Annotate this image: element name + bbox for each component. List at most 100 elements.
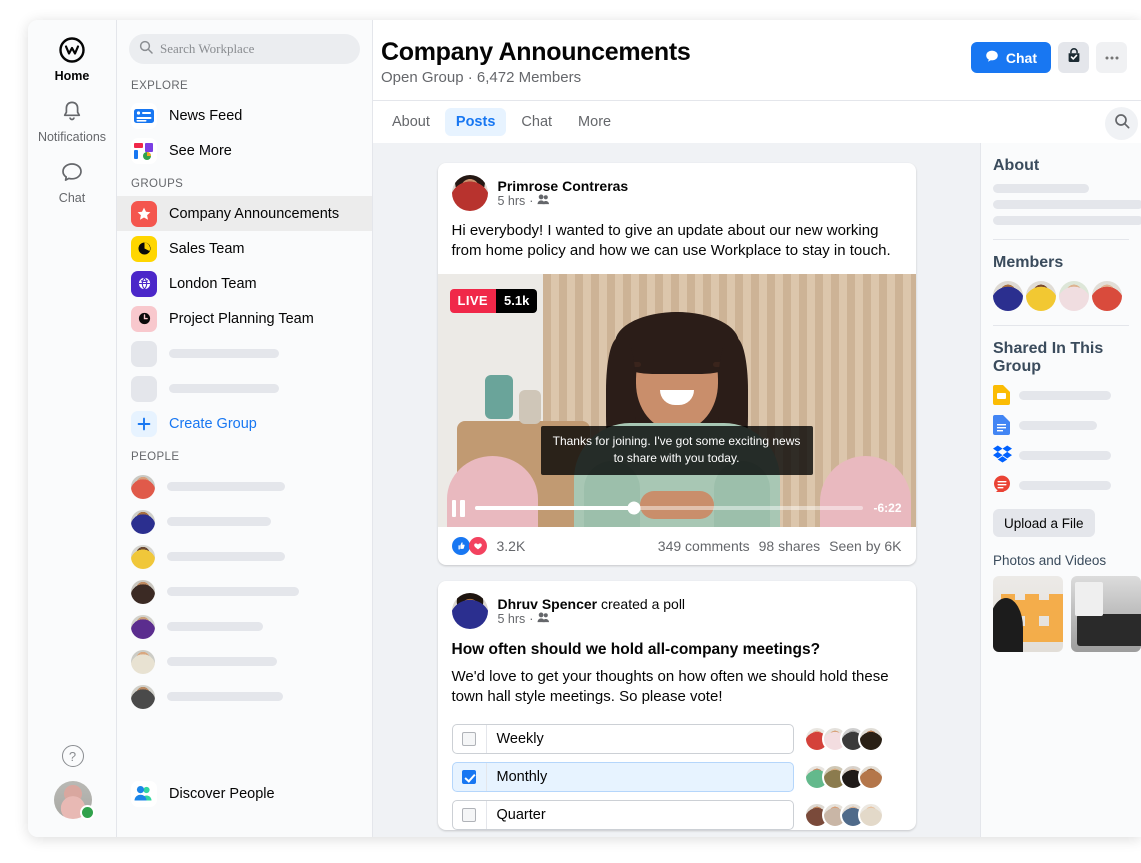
sidebar-item-see-more[interactable]: See More	[117, 133, 372, 168]
sidebar-item-company-announcements[interactable]: Company Announcements	[117, 196, 372, 231]
poll-voter-avatars[interactable]	[803, 801, 902, 828]
about-text-placeholder	[993, 200, 1141, 209]
live-video-player[interactable]: LIVE 5.1k Thanks for joining. I've got s…	[437, 273, 916, 527]
poll-option-monthly[interactable]: Monthly	[451, 761, 794, 792]
post-author-action: created a poll	[597, 595, 686, 612]
user-avatar[interactable]	[53, 781, 95, 820]
post-author[interactable]: Primrose Contreras	[498, 178, 629, 194]
main-content: Company Announcements Open Group · 6,472…	[373, 20, 1141, 837]
shared-file-row[interactable]	[993, 415, 1141, 435]
avatar	[131, 684, 155, 709]
avatar	[1026, 281, 1056, 311]
avatar	[1092, 281, 1122, 311]
rail-item-home[interactable]: Home	[36, 34, 108, 83]
people-name-placeholder	[167, 622, 263, 631]
reaction-summary[interactable]: 3.2K	[451, 536, 526, 555]
sidebar-item-london-team[interactable]: London Team	[117, 266, 372, 301]
avatar[interactable]	[451, 175, 488, 211]
rail-item-notifications[interactable]: Notifications	[36, 95, 108, 144]
sidebar-group-label: London Team	[169, 275, 257, 292]
share-count[interactable]: 98 shares	[759, 538, 820, 554]
rail-bottom-group: ?	[28, 745, 117, 820]
people-name-placeholder	[167, 657, 277, 666]
group-subtitle: Open Group · 6,472 Members	[381, 69, 582, 86]
right-sidebar: About Members Shared In This Group Uploa…	[980, 143, 1141, 837]
people-list-item[interactable]	[117, 539, 372, 574]
joined-button[interactable]	[1058, 42, 1089, 73]
sidebar-item-project-planning-team[interactable]: Project Planning Team	[117, 301, 372, 336]
tab-more[interactable]: More	[567, 108, 622, 136]
poll-option-weekly[interactable]: Weekly	[451, 723, 794, 754]
avatar	[131, 649, 155, 674]
more-options-button[interactable]	[1096, 42, 1127, 73]
header-actions: Chat	[970, 38, 1127, 73]
video-progress-slider[interactable]	[474, 501, 864, 515]
group-tabs: About Posts Chat More	[373, 100, 1141, 143]
discover-people-button[interactable]: Discover People	[117, 776, 373, 811]
search-input[interactable]: Search Workplace	[129, 34, 360, 64]
group-placeholder-icon	[131, 340, 157, 367]
tab-chat[interactable]: Chat	[510, 108, 563, 136]
love-icon	[468, 536, 487, 555]
avatar[interactable]	[451, 592, 488, 629]
poll-question: How often should we hold all-company mee…	[451, 640, 821, 658]
shared-file-row[interactable]	[993, 475, 1141, 495]
reaction-count: 3.2K	[496, 537, 526, 554]
sidebar-item-see-more-label: See More	[169, 142, 232, 159]
pause-icon[interactable]	[451, 499, 465, 517]
avatar	[131, 544, 155, 569]
tab-about[interactable]: About	[381, 108, 441, 136]
photo-thumbnail[interactable]	[993, 576, 1063, 652]
joined-check-icon	[1065, 47, 1083, 68]
post-card-video: Primrose Contreras 5 hrs · Hi everybody!…	[437, 163, 916, 565]
upload-file-button[interactable]: Upload a File	[993, 509, 1095, 537]
people-list-item[interactable]	[117, 504, 372, 539]
checkbox-icon[interactable]	[462, 731, 476, 746]
people-icon	[131, 780, 157, 807]
chat-bubble-icon	[59, 156, 85, 188]
sidebar-group-placeholder[interactable]	[117, 336, 372, 371]
rail-item-home-label: Home	[54, 69, 90, 83]
people-name-placeholder	[167, 517, 271, 526]
sidebar-group-placeholder[interactable]	[117, 371, 372, 406]
people-list-item[interactable]	[117, 609, 372, 644]
people-list-item[interactable]	[117, 469, 372, 504]
people-list-item[interactable]	[117, 679, 372, 714]
poll-option-label: Quarter	[496, 806, 546, 823]
create-group-button[interactable]: Create Group	[117, 406, 372, 441]
avatar	[131, 614, 155, 639]
about-text-placeholder	[993, 184, 1089, 193]
poll-option-quarter[interactable]: Quarter	[451, 799, 794, 830]
rail-item-chat[interactable]: Chat	[36, 156, 108, 205]
shared-file-row[interactable]	[993, 445, 1141, 465]
people-list-item[interactable]	[117, 574, 372, 609]
checkbox-icon[interactable]	[462, 769, 476, 784]
comment-count[interactable]: 349 comments	[658, 538, 750, 554]
chat-bubble-icon	[985, 49, 999, 66]
clock-icon	[131, 305, 157, 332]
poll-voter-avatars[interactable]	[803, 763, 902, 790]
help-question-icon[interactable]: ?	[61, 745, 84, 767]
checkbox-icon[interactable]	[462, 807, 476, 822]
post-body-text: Hi everybody! I wanted to give an update…	[451, 222, 891, 260]
tab-search-button[interactable]	[1105, 107, 1138, 140]
poll-option-row: Weekly	[451, 723, 902, 754]
members-section-title: Members	[993, 254, 1064, 271]
chat-button[interactable]: Chat	[970, 42, 1051, 73]
video-caption: Thanks for joining. I've got some exciti…	[540, 426, 813, 475]
shared-file-name-placeholder	[1019, 420, 1097, 430]
member-avatars[interactable]	[993, 281, 1141, 311]
photos-videos-grid	[993, 576, 1141, 652]
poll-voter-avatars[interactable]	[803, 725, 902, 752]
poll-options: Weekly Monthly Quarter	[438, 720, 916, 830]
sidebar-item-news-feed[interactable]: News Feed	[117, 98, 372, 133]
online-status-dot	[79, 805, 95, 820]
globe-icon	[131, 270, 157, 297]
shared-file-row[interactable]	[993, 385, 1141, 405]
tab-posts[interactable]: Posts	[444, 108, 507, 136]
people-list-item[interactable]	[117, 644, 372, 679]
photo-thumbnail[interactable]	[1071, 576, 1141, 652]
create-group-label: Create Group	[169, 415, 257, 432]
sidebar-item-sales-team[interactable]: Sales Team	[117, 231, 372, 266]
post-author[interactable]: Dhruv Spencer created a poll	[498, 596, 686, 612]
